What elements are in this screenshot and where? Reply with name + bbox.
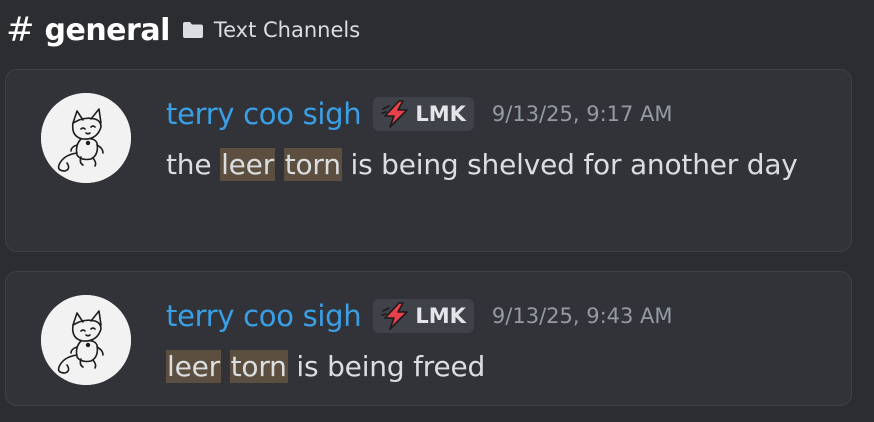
message-content: leer torn is being freed [166,343,826,391]
message-text: the [166,148,221,181]
highlighted-word: leer [166,350,221,383]
cat-plush-avatar-icon [41,93,131,183]
server-tag-badge[interactable]: LMK [373,97,474,131]
lightning-bolt-icon [379,99,413,129]
hash-icon: # [6,10,35,50]
message-text: is being shelved for another day [341,148,798,181]
channel-header: # general Text Channels [6,10,360,50]
server-tag-badge[interactable]: LMK [373,299,474,333]
highlighted-word: torn [229,350,288,383]
highlighted-word: torn [283,148,342,181]
tag-label: LMK [415,102,466,126]
timestamp: 9/13/25, 9:17 AM [491,102,673,126]
username[interactable]: terry coo sigh [166,299,362,333]
lightning-bolt-icon [379,301,413,331]
folder-icon [182,21,204,39]
message-content: the leer torn is being shelved for anoth… [166,141,826,189]
avatar[interactable] [41,93,131,183]
message-card[interactable]: terry coo sigh LMK 9/13/25, 9:43 AM leer… [5,271,852,406]
message-text: is being freed [287,350,486,383]
message-text [275,148,284,181]
message-card[interactable]: terry coo sigh LMK 9/13/25, 9:17 AM the … [5,69,852,252]
message-text [221,350,230,383]
category-name[interactable]: Text Channels [214,18,360,42]
timestamp: 9/13/25, 9:43 AM [491,304,673,328]
message-header: terry coo sigh LMK 9/13/25, 9:17 AM [166,95,673,133]
avatar[interactable] [41,295,131,385]
highlighted-word: leer [220,148,276,181]
cat-plush-avatar-icon [41,295,131,385]
channel-name[interactable]: general [45,13,171,48]
message-header: terry coo sigh LMK 9/13/25, 9:43 AM [166,297,673,335]
username[interactable]: terry coo sigh [166,97,362,131]
tag-label: LMK [415,304,466,328]
